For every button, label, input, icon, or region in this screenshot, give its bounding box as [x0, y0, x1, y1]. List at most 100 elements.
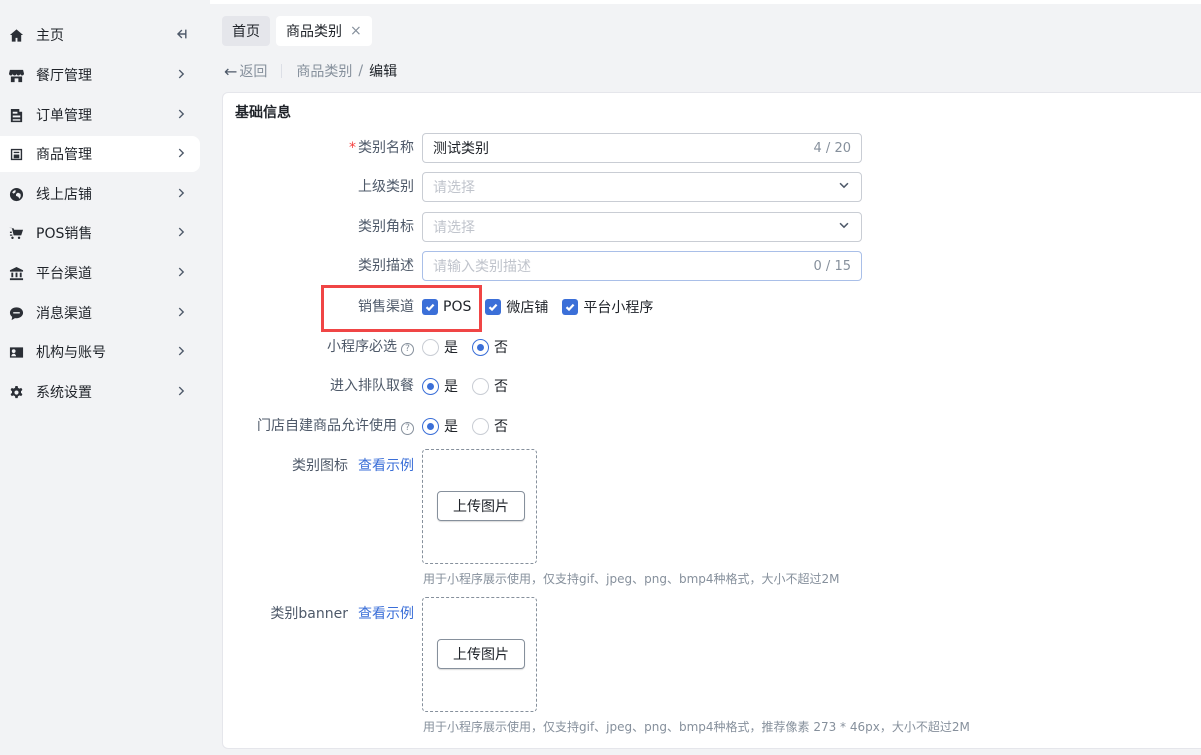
cart-icon: [8, 225, 24, 241]
chevron-right-icon: [174, 305, 190, 321]
radio-circle: [422, 338, 439, 356]
label-text: 小程序必选: [327, 339, 397, 355]
radio-label: 否: [494, 419, 508, 435]
sidebar-item-label: 主页: [36, 28, 64, 44]
category-badge-select[interactable]: 请选择: [422, 212, 862, 242]
sidebar-item-label: 订单管理: [36, 108, 92, 124]
queue-radio-group: 是 否: [422, 372, 522, 400]
radio-no[interactable]: 否: [472, 337, 508, 357]
highlight-box: [321, 285, 482, 332]
back-arrow-icon[interactable]: ←: [224, 62, 237, 81]
upload-hint: 用于小程序展示使用，仅支持gif、jpeg、png、bmp4种格式，大小不超过2…: [423, 572, 840, 586]
placeholder: 请选择: [433, 180, 475, 196]
radio-circle-selected: [422, 417, 439, 435]
banner-upload-area[interactable]: 上传图片: [422, 597, 537, 712]
tab-label: 首页: [232, 24, 260, 40]
sidebar-item-products[interactable]: 商品管理: [0, 136, 200, 172]
radio-no[interactable]: 否: [472, 376, 508, 396]
radio-circle-selected: [472, 338, 489, 356]
breadcrumb-parent[interactable]: 商品类别: [296, 61, 352, 81]
chevron-right-icon: [174, 344, 190, 360]
category-name-label: * 类别名称: [300, 133, 414, 163]
sidebar-item-restaurant[interactable]: 餐厅管理: [0, 57, 200, 93]
checkbox-checked-icon: [485, 299, 502, 315]
category-badge-label: 类别角标: [358, 219, 414, 235]
upload-image-button[interactable]: 上传图片: [437, 639, 525, 669]
sidebar-item-account[interactable]: 机构与账号: [0, 334, 200, 370]
chevron-right-icon: [174, 107, 190, 123]
radio-label: 是: [444, 340, 458, 356]
placeholder: 请选择: [433, 220, 475, 236]
sidebar-item-settings[interactable]: 系统设置: [0, 374, 200, 410]
checkbox-checked-icon: [562, 299, 579, 315]
order-icon: [8, 107, 24, 123]
icon-upload-area[interactable]: 上传图片: [422, 449, 537, 564]
chevron-right-icon: [174, 146, 190, 162]
label-text: 类别图标: [292, 458, 348, 474]
product-icon: [8, 146, 24, 162]
sidebar-item-orders[interactable]: 订单管理: [0, 97, 200, 133]
help-icon[interactable]: ?: [401, 422, 414, 435]
parent-category-label: 上级类别: [358, 179, 414, 195]
queue-label: 进入排队取餐: [330, 378, 414, 394]
close-icon[interactable]: ×: [350, 23, 362, 39]
char-counter: 0 / 15: [813, 258, 851, 274]
radio-yes[interactable]: 是: [422, 416, 458, 436]
category-banner-label: 类别banner 查看示例: [240, 599, 414, 629]
placeholder: 请输入类别描述: [433, 259, 531, 275]
divider: [281, 64, 283, 78]
radio-label: 是: [444, 419, 458, 435]
radio-yes[interactable]: 是: [422, 337, 458, 357]
chevron-down-icon: [837, 178, 851, 196]
input-value: 测试类别: [433, 141, 489, 157]
tab-home[interactable]: 首页: [222, 16, 270, 46]
chevron-right-icon: [174, 265, 190, 281]
view-example-link[interactable]: 查看示例: [358, 458, 414, 474]
collapse-sidebar-icon[interactable]: [174, 27, 190, 43]
upload-image-button[interactable]: 上传图片: [437, 491, 525, 521]
parent-category-select[interactable]: 请选择: [422, 172, 862, 202]
breadcrumb: ← 返回 商品类别 / 编辑: [224, 60, 397, 82]
sidebar-item-label: 线上店铺: [36, 187, 92, 203]
sidebar-item-online-store[interactable]: 线上店铺: [0, 176, 200, 212]
chevron-down-icon: [837, 218, 851, 236]
char-counter: 4 / 20: [813, 140, 851, 156]
gear-icon: [8, 384, 24, 400]
sidebar-item-label: 机构与账号: [36, 345, 106, 361]
category-icon-label: 类别图标 查看示例: [240, 451, 414, 481]
radio-circle: [472, 377, 489, 395]
checkbox-label: 微店铺: [506, 300, 549, 316]
radio-yes[interactable]: 是: [422, 376, 458, 396]
label-text: 类别banner: [270, 606, 348, 622]
help-icon[interactable]: ?: [401, 343, 414, 356]
sidebar-item-label: 餐厅管理: [36, 68, 92, 84]
category-name-input[interactable]: 测试类别 4 / 20: [422, 133, 862, 163]
category-desc-input[interactable]: 请输入类别描述 0 / 15: [422, 251, 862, 281]
tab-product-category[interactable]: 商品类别 ×: [276, 16, 372, 46]
radio-no[interactable]: 否: [472, 416, 508, 436]
radio-label: 是: [444, 379, 458, 395]
chevron-right-icon: [174, 225, 190, 241]
breadcrumb-separator: /: [358, 63, 364, 79]
globe-icon: [8, 186, 24, 202]
sidebar-item-label: POS销售: [36, 226, 93, 242]
channel-miniprogram-checkbox[interactable]: 平台小程序: [562, 297, 653, 317]
sidebar-item-platform[interactable]: 平台渠道: [0, 255, 200, 291]
store-custom-label: 门店自建商品允许使用?: [226, 411, 414, 441]
channel-microstore-checkbox[interactable]: 微店铺: [485, 297, 548, 317]
sidebar-item-home[interactable]: 主页: [0, 17, 200, 53]
upload-hint: 用于小程序展示使用，仅支持gif、jpeg、png、bmp4种格式，推荐像素 2…: [423, 720, 970, 734]
checkbox-label: 平台小程序: [583, 300, 654, 316]
view-example-link[interactable]: 查看示例: [358, 606, 414, 622]
sidebar-item-label: 消息渠道: [36, 306, 92, 322]
sidebar-item-pos[interactable]: POS销售: [0, 215, 200, 251]
back-link[interactable]: 返回: [239, 61, 267, 81]
sidebar: 主页 餐厅管理 订单管理 商品管理 线上店铺 POS销售 平台渠道 消息渠道 机…: [0, 0, 210, 755]
label-text: 门店自建商品允许使用: [257, 418, 397, 434]
chevron-right-icon: [174, 67, 190, 83]
message-icon: [8, 305, 24, 321]
account-icon: [8, 344, 24, 360]
mini-required-label: 小程序必选?: [240, 332, 414, 362]
home-icon: [8, 27, 24, 43]
sidebar-item-message[interactable]: 消息渠道: [0, 295, 200, 331]
